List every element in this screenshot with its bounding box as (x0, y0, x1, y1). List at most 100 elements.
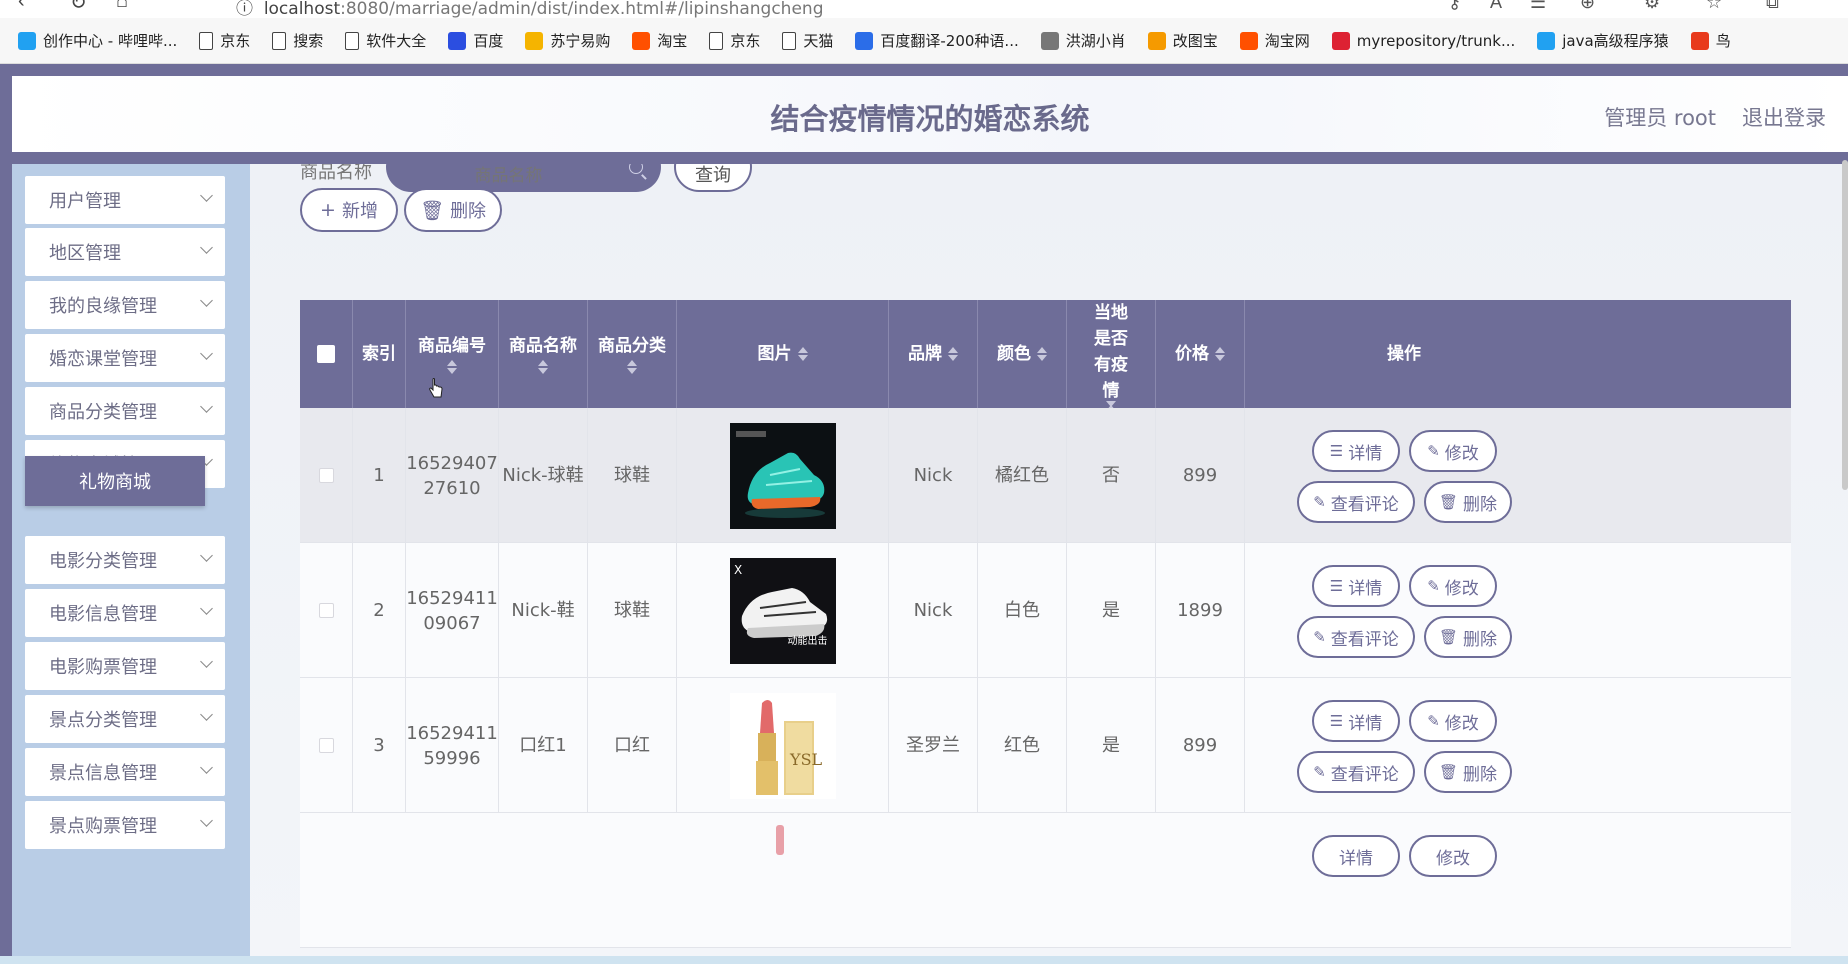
column-header[interactable]: 品牌 (889, 300, 978, 408)
sort-icon[interactable] (538, 359, 548, 375)
bookmark-item[interactable]: 京东 (709, 30, 760, 51)
sidebar-item-class[interactable]: 婚恋课堂管理 (25, 334, 225, 382)
column-header[interactable]: 商品分类 (588, 300, 677, 408)
row-actions: ☰ 详情 ✎ 修改 ✎ 查看评论 🗑 删除 (1245, 543, 1563, 678)
sidebar-item-spot-info[interactable]: 景点信息管理 (25, 748, 225, 796)
product-image: YSL (729, 692, 836, 799)
cell-value: 是 (1102, 600, 1120, 621)
view-comments-button[interactable]: ✎ 查看评论 (1297, 481, 1415, 523)
view-comments-button[interactable]: ✎ 查看评论 (1297, 751, 1415, 793)
file-icon (709, 31, 724, 50)
sidebar-item-movie-ticket[interactable]: 电影购票管理 (25, 642, 225, 690)
column-header[interactable]: 商品名称 (499, 300, 588, 408)
detail-button[interactable]: ☰ 详情 (1312, 565, 1400, 607)
back-icon[interactable]: ‹ (18, 0, 25, 13)
bookmark-item[interactable]: 鸟 (1690, 30, 1731, 51)
table-cell: 899 (1156, 678, 1245, 813)
product-image (776, 825, 784, 855)
cell-value: 白色 (1004, 600, 1040, 621)
logout-link[interactable]: 退出登录 (1742, 102, 1826, 132)
translate-page-icon[interactable]: ☰ (1530, 0, 1546, 13)
bookmark-item[interactable]: 苏宁易购 (525, 30, 610, 51)
cell-value: 否 (1102, 465, 1120, 486)
sort-icon[interactable] (447, 359, 457, 375)
sidebar-item-spot-ticket[interactable]: 景点购票管理 (25, 801, 225, 849)
address-bar[interactable]: ⓘ localhost:8080/marriage/admin/dist/ind… (236, 0, 823, 18)
detail-button[interactable]: 详情 (1312, 835, 1400, 877)
query-button[interactable]: 查询 (674, 164, 752, 192)
column-header[interactable]: 图片 (677, 300, 889, 408)
sidebar-item-match[interactable]: 我的良缘管理 (25, 281, 225, 329)
column-header[interactable]: 颜色 (978, 300, 1067, 408)
sort-icon[interactable] (1037, 346, 1047, 362)
settings-icon[interactable]: ⚙ (1644, 0, 1660, 13)
delete-button[interactable]: 🗑 删除 (1424, 616, 1512, 658)
edit-button[interactable]: ✎ 修改 (1409, 700, 1497, 742)
top-header: 结合疫情情况的婚恋系统 管理员 root 退出登录 (12, 76, 1848, 152)
column-header[interactable]: 价格 (1156, 300, 1245, 408)
bilibili-icon (1537, 31, 1556, 50)
bookmark-item[interactable]: 京东 (199, 30, 250, 51)
column-header[interactable]: 当地是否有疫情 (1067, 300, 1156, 411)
key-icon[interactable]: ⚷ (1448, 0, 1461, 13)
delete-button[interactable]: 🗑 删除 (1424, 751, 1512, 793)
sort-icon[interactable] (797, 346, 808, 362)
table-cell: 16529411 09067 (406, 543, 499, 678)
cell-value: 1 (373, 465, 385, 486)
page-scrollbar[interactable] (1842, 160, 1848, 490)
add-button[interactable]: + 新增 (300, 188, 398, 232)
collections-icon[interactable]: ⧉ (1766, 0, 1779, 13)
table-header: 索引 商品编号 商品名称 商品分类 图片 品牌 颜色 当地是否有疫情 价格 操作 (300, 300, 1791, 411)
cell-value: 3 (373, 735, 385, 756)
sidebar-item-product-category[interactable]: 商品分类管理 (25, 387, 225, 435)
search-label: 商品名称 (300, 164, 372, 183)
bookmark-item[interactable]: 天猫 (782, 30, 833, 51)
sidebar-item-user[interactable]: 用户管理 (25, 176, 225, 224)
row-checkbox[interactable] (318, 468, 334, 483)
detail-button[interactable]: ☰ 详情 (1312, 430, 1400, 472)
bookmark-item[interactable]: 创作中心 - 哔哩哔... (18, 30, 177, 51)
file-icon (199, 31, 214, 50)
sidebar-item-movie-category[interactable]: 电影分类管理 (25, 536, 225, 584)
sort-icon[interactable] (1215, 346, 1225, 362)
sidebar-item-label: 婚恋课堂管理 (49, 349, 157, 370)
sidebar-subitem-gift-mall[interactable]: 礼物商城 (25, 456, 205, 506)
bookmark-item[interactable]: 洪湖小肖 (1040, 30, 1126, 51)
trash-icon: 🗑 (419, 199, 445, 222)
file-icon (272, 31, 287, 50)
sidebar-item-spot-category[interactable]: 景点分类管理 (25, 695, 225, 743)
home-icon[interactable]: ⌂ (116, 0, 128, 13)
pencil-icon: ✎ (1427, 442, 1440, 460)
delete-button[interactable]: 🗑 删除 (1424, 481, 1512, 523)
bookmark-item[interactable]: 淘宝网 (1239, 30, 1310, 51)
sort-icon[interactable] (627, 359, 637, 375)
reload-icon[interactable]: ↻ (70, 0, 87, 15)
sidebar-item-region[interactable]: 地区管理 (25, 228, 225, 276)
select-all-checkbox[interactable] (317, 345, 335, 363)
bookmark-item[interactable]: java高级程序猿 (1537, 30, 1669, 51)
edit-button[interactable]: ✎ 修改 (1409, 430, 1497, 472)
bookmark-item[interactable]: 改图宝 (1147, 30, 1218, 51)
row-checkbox[interactable] (318, 603, 334, 618)
bookmark-item[interactable]: 百度翻译-200种语... (855, 30, 1019, 51)
bookmark-item[interactable]: 软件大全 (345, 30, 426, 51)
column-header[interactable]: 商品编号 (406, 300, 499, 408)
detail-button[interactable]: ☰ 详情 (1312, 700, 1400, 742)
table-cell: YSL (677, 678, 889, 813)
favorites-icon[interactable]: ☆ (1706, 0, 1722, 13)
add-tab-icon[interactable]: ⊕ (1580, 0, 1595, 13)
batch-delete-button[interactable]: 🗑 删除 (404, 188, 502, 232)
view-comments-button[interactable]: ✎ 查看评论 (1297, 616, 1415, 658)
edit-button[interactable]: 修改 (1409, 835, 1497, 877)
sort-icon[interactable] (948, 346, 958, 362)
bookmark-item[interactable]: 百度 (448, 30, 503, 51)
row-checkbox[interactable] (318, 738, 334, 753)
sidebar-item-movie-info[interactable]: 电影信息管理 (25, 589, 225, 637)
table-row: 1 16529407 27610 Nick-球鞋 球鞋 Nick 橘红色 否 899 ☰ 详情 ✎ 修改… (300, 408, 1791, 543)
bookmark-item[interactable]: myrepository/trunk... (1331, 31, 1515, 50)
edit-button[interactable]: ✎ 修改 (1409, 565, 1497, 607)
bookmark-item[interactable]: 淘宝 (632, 30, 687, 51)
read-aloud-icon[interactable]: A (1490, 0, 1502, 13)
bookmark-item[interactable]: 搜索 (272, 30, 323, 51)
table-cell: Nick (889, 408, 978, 543)
